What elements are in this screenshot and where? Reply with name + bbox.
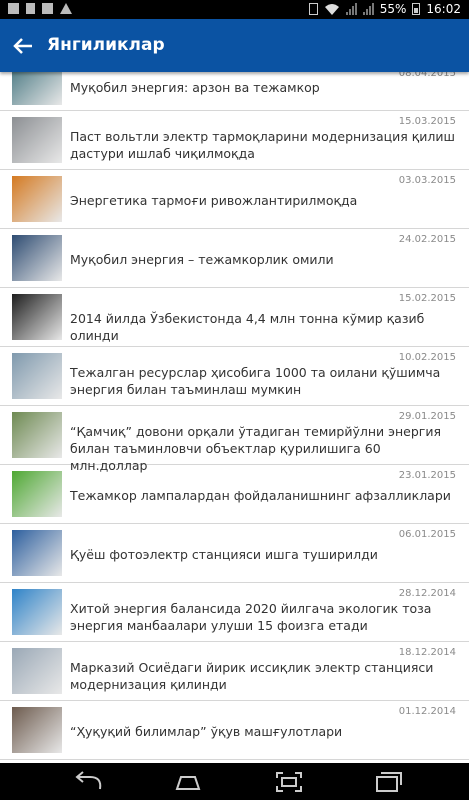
lock-icon: [26, 3, 35, 14]
news-date: 24.02.2015: [398, 234, 456, 245]
back-arrow-icon[interactable]: [12, 35, 34, 57]
news-item[interactable]: 24.02.2015 Муқобил энергия – тежамкорлик…: [0, 229, 469, 288]
news-item[interactable]: 28.12.2014 Хитой энергия балансида 2020 …: [0, 583, 469, 642]
clock: 16:02: [426, 2, 461, 16]
news-thumbnail: [12, 235, 62, 281]
news-item[interactable]: 06.01.2015 Қуёш фотоэлектр станцияси ишг…: [0, 524, 469, 583]
news-thumbnail: [12, 117, 62, 163]
wifi-icon: [324, 4, 339, 15]
news-item[interactable]: 29.01.2015 “Қамчиқ” довони орқали ўтадиг…: [0, 406, 469, 473]
news-item[interactable]: 23.01.2015 Тежамкор лампалардан фойдалан…: [0, 465, 469, 524]
news-thumbnail: [12, 471, 62, 517]
notification-icon: [8, 3, 19, 14]
news-title: Хитой энергия балансида 2020 йилгача эко…: [70, 601, 432, 633]
news-item[interactable]: 01.12.2014 “Ҳуқуқий билимлар” ўқув машғу…: [0, 701, 469, 760]
news-title: Қуёш фотоэлектр станцияси ишга туширилди: [70, 547, 378, 562]
news-date: 23.01.2015: [398, 470, 456, 481]
news-thumbnail: [12, 294, 62, 340]
page-title: Янгиликлар: [47, 35, 165, 55]
signal-icon: [362, 3, 374, 15]
news-title: Марказий Осиёдаги йирик иссиқлик электр …: [70, 660, 434, 692]
news-item[interactable]: 15.03.2015 Паст вольтли электр тармоқлар…: [0, 111, 469, 170]
battery-percent: 55%: [379, 2, 407, 16]
news-thumbnail: [12, 530, 62, 576]
news-title: Муқобил энергия: арзон ва тежамкор: [70, 80, 320, 95]
news-date: 01.12.2014: [398, 706, 456, 717]
news-title: Паст вольтли электр тармоқларини модерни…: [70, 129, 455, 161]
news-list[interactable]: 08.04.2015 Муқобил энергия: арзон ва теж…: [0, 61, 469, 763]
news-title: Тежалган ресурслар ҳисобига 1000 та оила…: [70, 365, 441, 397]
app-bar: Янгиликлар: [0, 19, 469, 72]
news-title: 2014 йилда Ўзбекистонда 4,4 млн тонна кў…: [70, 311, 425, 343]
system-nav-bar: [0, 763, 469, 800]
news-item[interactable]: 10.02.2015 Тежалган ресурслар ҳисобига 1…: [0, 347, 469, 406]
signal-icon: [345, 3, 357, 15]
news-date: 29.01.2015: [398, 411, 456, 422]
news-item[interactable]: 15.02.2015 2014 йилда Ўзбекистонда 4,4 м…: [0, 288, 469, 347]
news-title: “Ҳуқуқий билимлар” ўқув машғулотлари: [70, 724, 343, 739]
news-thumbnail: [12, 648, 62, 694]
news-thumbnail: [12, 353, 62, 399]
status-bar: 55% 16:02: [0, 0, 469, 19]
news-thumbnail: [12, 707, 62, 753]
vibrate-icon: [308, 3, 318, 15]
news-item[interactable]: 18.12.2014 Марказий Осиёдаги йирик иссиқ…: [0, 642, 469, 701]
image-icon: [42, 3, 53, 14]
news-date: 28.12.2014: [398, 588, 456, 599]
news-title: Тежамкор лампалардан фойдаланишнинг афза…: [70, 488, 451, 503]
battery-icon: [412, 3, 421, 15]
news-title: Муқобил энергия – тежамкорлик омили: [70, 252, 334, 267]
recent-apps-icon[interactable]: [371, 769, 405, 795]
news-date: 03.03.2015: [398, 175, 456, 186]
news-thumbnail: [12, 589, 62, 635]
news-thumbnail: [12, 412, 62, 458]
news-date: 15.03.2015: [398, 116, 456, 127]
home-icon[interactable]: [171, 769, 205, 795]
news-date: 10.02.2015: [398, 352, 456, 363]
screenshot-icon[interactable]: [272, 769, 306, 795]
news-date: 15.02.2015: [398, 293, 456, 304]
back-icon[interactable]: [72, 769, 106, 795]
news-item[interactable]: 03.03.2015 Энергетика тармоғи ривожланти…: [0, 170, 469, 229]
news-thumbnail: [12, 176, 62, 222]
warning-icon: [60, 3, 72, 14]
news-date: 06.01.2015: [398, 529, 456, 540]
news-title: Энергетика тармоғи ривожлантирилмоқда: [70, 193, 358, 208]
news-date: 18.12.2014: [398, 647, 456, 658]
